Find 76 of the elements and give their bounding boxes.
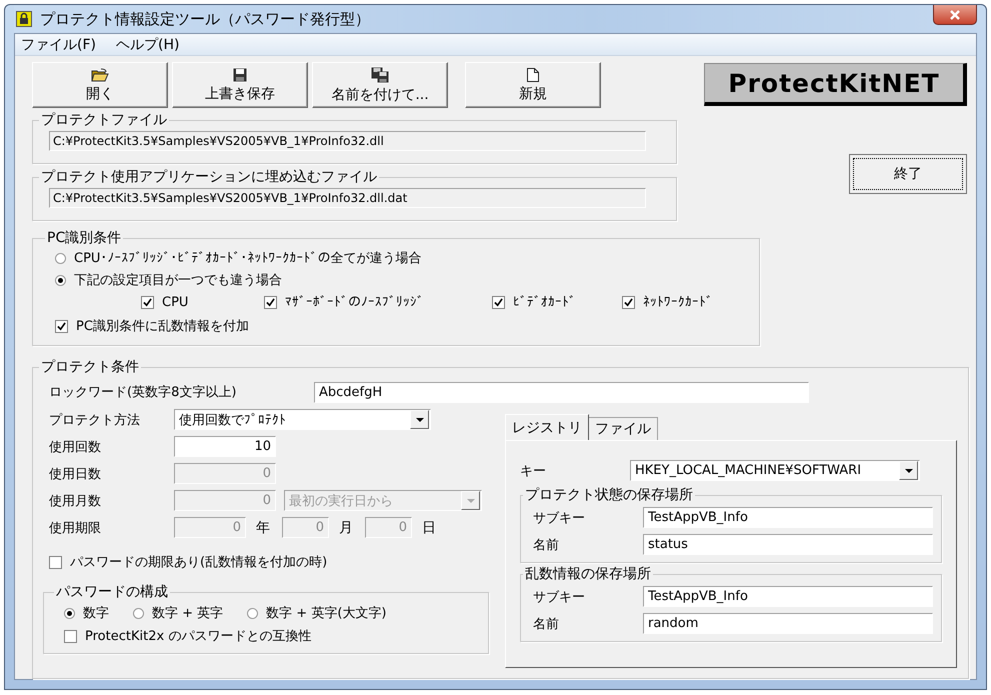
checkbox[interactable] bbox=[622, 296, 635, 308]
tab[interactable]: レジストリ bbox=[505, 414, 589, 440]
checkbox-label: パスワードの期限あり(乱数情報を付加の時) bbox=[70, 554, 328, 571]
field-label: プロテクト方法 bbox=[49, 412, 141, 428]
checkbox-label: ﾋﾞﾃﾞｵｶｰﾄﾞ bbox=[513, 294, 576, 310]
padlock-icon bbox=[16, 11, 32, 27]
exit-button[interactable]: 終了 bbox=[849, 154, 967, 194]
floppy-icon bbox=[233, 68, 247, 82]
file-path-field[interactable]: C:¥ProtectKit3.5¥Samples¥VS2005¥VB_1¥ProInfo32.dll.dat bbox=[49, 188, 646, 208]
toolbar-button[interactable]: 新規 bbox=[465, 62, 601, 108]
checkbox[interactable] bbox=[141, 296, 154, 308]
number-field[interactable]: 10 bbox=[174, 436, 276, 457]
radio-label: CPU･ﾉｰｽﾌﾞﾘｯｼﾞ･ﾋﾞﾃﾞｵｶｰﾄﾞ･ﾈｯﾄﾜｰｸｶｰﾄﾞの全てが違う場合 bbox=[74, 250, 422, 267]
folder-icon bbox=[91, 68, 109, 82]
field-label: 名前 bbox=[533, 536, 560, 554]
radio-button[interactable] bbox=[64, 608, 75, 618]
name-field[interactable]: random bbox=[643, 613, 933, 634]
dropdown-arrow-icon bbox=[466, 498, 474, 502]
window-title: プロテクト情報設定ツール（パスワード発行型） bbox=[40, 10, 371, 28]
group-title: PC識別条件 bbox=[46, 229, 122, 247]
unit-label: 月 bbox=[339, 518, 353, 536]
field-label: ロックワード(英数字8文字以上) bbox=[49, 384, 238, 401]
field-label: 使用回数 bbox=[49, 438, 102, 456]
tab[interactable]: ファイル bbox=[589, 417, 658, 440]
checkbox[interactable] bbox=[49, 556, 62, 568]
dropdown-arrow-icon bbox=[904, 468, 912, 472]
toolbar-button[interactable]: 名前を付けて... bbox=[312, 62, 448, 108]
checkbox-label: PC識別条件に乱数情報を付加 bbox=[76, 318, 249, 335]
group-title: プロテクト条件 bbox=[40, 358, 140, 376]
field-label: サブキー bbox=[533, 588, 586, 606]
radio-label: 数字 + 英字 bbox=[152, 605, 224, 622]
field-label: キー bbox=[520, 462, 547, 480]
close-button[interactable] bbox=[933, 5, 977, 25]
field-label: 使用日数 bbox=[49, 466, 102, 482]
unit-label: 日 bbox=[422, 518, 436, 536]
radio-label: 数字 bbox=[83, 605, 109, 622]
checkbox[interactable] bbox=[55, 320, 68, 332]
checkbox[interactable] bbox=[264, 296, 277, 308]
logo: ProtectKitNET bbox=[704, 63, 967, 106]
radio-button[interactable] bbox=[55, 274, 66, 286]
lockword-field[interactable]: AbcdefgH bbox=[314, 382, 809, 402]
radio-label: 数字 + 英字(大文字) bbox=[266, 605, 386, 622]
subkey-field[interactable]: TestAppVB_Info bbox=[643, 586, 933, 607]
checkbox-label: ﾏｻﾞｰﾎﾞｰﾄﾞのﾉｰｽﾌﾞﾘｯｼﾞ bbox=[285, 294, 424, 310]
radio-button[interactable] bbox=[247, 608, 258, 618]
radio-button[interactable] bbox=[133, 608, 144, 618]
menu-item[interactable]: ファイル(F) bbox=[21, 36, 96, 54]
file-path-field[interactable]: C:¥ProtectKit3.5¥Samples¥VS2005¥VB_1¥ProInfo32.dll bbox=[49, 131, 646, 151]
toolbar-button[interactable]: 開く bbox=[32, 62, 168, 108]
subkey-field[interactable]: TestAppVB_Info bbox=[643, 507, 933, 528]
unit-label: 年 bbox=[256, 518, 270, 536]
floppies-icon bbox=[371, 66, 389, 82]
key-dropdown[interactable]: HKEY_LOCAL_MACHINE¥SOFTWARI bbox=[630, 460, 920, 481]
checkbox[interactable] bbox=[492, 296, 505, 308]
group-title: プロテクトファイル bbox=[40, 111, 168, 129]
checkbox[interactable] bbox=[64, 630, 77, 642]
radio-button[interactable] bbox=[55, 252, 66, 264]
field-label: 使用期限 bbox=[49, 520, 102, 536]
group-title: パスワードの構成 bbox=[55, 583, 169, 601]
group-title: プロテクト状態の保存場所 bbox=[524, 486, 694, 504]
field-label: 使用月数 bbox=[49, 492, 102, 510]
checkbox-label: ﾈｯﾄﾜｰｸｶｰﾄﾞ bbox=[643, 294, 713, 310]
field-label: 名前 bbox=[533, 616, 560, 632]
group-title: 乱数情報の保存場所 bbox=[524, 565, 652, 583]
close-icon bbox=[949, 10, 961, 20]
radio-label: 下記の設定項目が一つでも違う場合 bbox=[74, 272, 282, 289]
name-field[interactable]: status bbox=[643, 534, 933, 555]
field-label: サブキー bbox=[533, 510, 586, 526]
group-title: プロテクト使用アプリケーションに埋め込むファイル bbox=[40, 168, 378, 186]
method-dropdown[interactable]: 使用回数でﾌﾟﾛﾃｸﾄ bbox=[174, 409, 431, 430]
dropdown-arrow-icon bbox=[416, 418, 424, 422]
page-icon bbox=[527, 68, 539, 82]
menu-item[interactable]: ヘルプ(H) bbox=[116, 36, 180, 54]
checkbox-label: ProtectKit2x のパスワードとの互換性 bbox=[85, 628, 312, 645]
toolbar-button[interactable]: 上書き保存 bbox=[172, 62, 308, 108]
checkbox-label: CPU bbox=[162, 294, 188, 310]
